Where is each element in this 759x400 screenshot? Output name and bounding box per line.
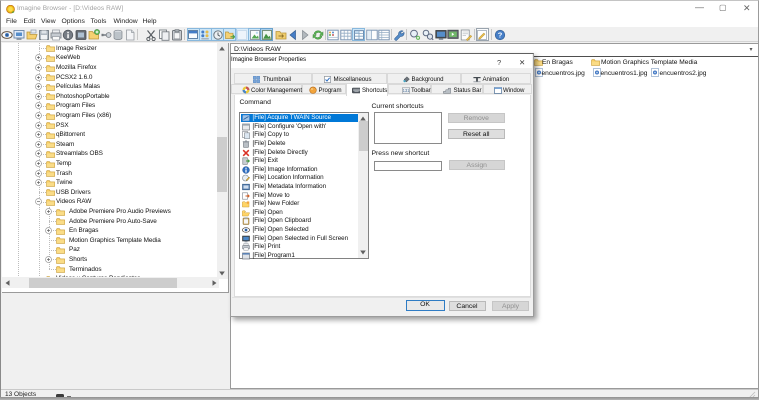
- svg-text:?: ?: [498, 30, 503, 39]
